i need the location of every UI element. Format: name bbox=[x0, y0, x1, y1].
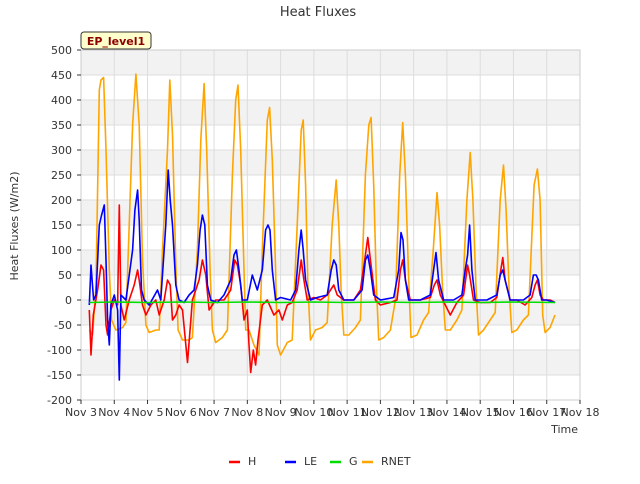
x-tick-label: Nov 9 bbox=[265, 406, 297, 419]
y-tick-label: 100 bbox=[51, 244, 72, 257]
y-tick-label: -150 bbox=[47, 369, 72, 382]
series-line-g bbox=[89, 301, 556, 304]
y-tick-label: -100 bbox=[47, 344, 72, 357]
y-tick-label: 150 bbox=[51, 219, 72, 232]
legend: H LE G RNET bbox=[229, 455, 411, 468]
y-tick-label: 350 bbox=[51, 119, 72, 132]
y-tick-label: -200 bbox=[47, 394, 72, 407]
band bbox=[81, 350, 580, 375]
x-tick-label: Nov 5 bbox=[132, 406, 164, 419]
legend-label-h: H bbox=[248, 455, 256, 468]
band bbox=[81, 150, 580, 175]
y-tick-label: 0 bbox=[65, 294, 72, 307]
x-tick-label: Nov 3 bbox=[65, 406, 97, 419]
y-tick-label: 500 bbox=[51, 44, 72, 57]
legend-label-rnet: RNET bbox=[381, 455, 411, 468]
band bbox=[81, 100, 580, 125]
y-axis-label: Heat Fluxes (W/m2) bbox=[8, 172, 21, 281]
y-tick-label: 50 bbox=[58, 269, 72, 282]
y-tick-label: 250 bbox=[51, 169, 72, 182]
annotation-box: EP_level1 bbox=[80, 31, 152, 50]
band bbox=[81, 50, 580, 75]
legend-label-g: G bbox=[349, 455, 358, 468]
x-axis-ticks: Nov 3 Nov 4 Nov 5 Nov 6 Nov 7 Nov 8 Nov 9 Nov 1… bbox=[65, 400, 599, 419]
heat-flux-chart: Nov 3 Nov 4 Nov 5 Nov 6 Nov 7 Nov 8 Nov 9 Nov 1… bbox=[8, 5, 599, 468]
x-tick-label: Nov 18 bbox=[561, 406, 600, 419]
x-tick-label: Nov 4 bbox=[98, 406, 130, 419]
y-tick-label: 300 bbox=[51, 144, 72, 157]
y-tick-label: 200 bbox=[51, 194, 72, 207]
legend-label-le: LE bbox=[304, 455, 317, 468]
y-axis-ticks: -200 -150 -100 -50 0 50 100 150 200 250 300 350 400 4… bbox=[47, 44, 81, 407]
y-tick-label: 400 bbox=[51, 94, 72, 107]
chart-title: Heat Fluxes bbox=[280, 5, 357, 20]
y-tick-label: 450 bbox=[51, 69, 72, 82]
chart-container: Nov 3 Nov 4 Nov 5 Nov 6 Nov 7 Nov 8 Nov 9 Nov 1… bbox=[0, 0, 640, 480]
x-tick-label: Nov 7 bbox=[198, 406, 230, 419]
x-axis-label: Time bbox=[550, 423, 578, 436]
x-tick-label: Nov 8 bbox=[231, 406, 263, 419]
x-tick-label: Nov 6 bbox=[165, 406, 197, 419]
y-tick-label: -50 bbox=[54, 319, 72, 332]
annotation-label: EP_level1 bbox=[87, 35, 145, 48]
